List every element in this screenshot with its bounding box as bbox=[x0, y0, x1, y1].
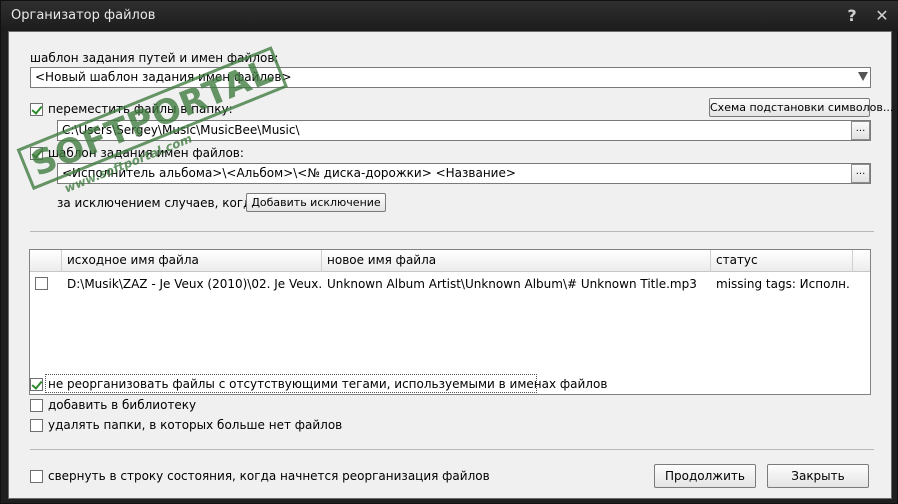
title-bar[interactable]: Организатор файлов ? ✕ bbox=[1, 1, 898, 31]
header-status[interactable]: статус bbox=[711, 250, 853, 272]
separator-top bbox=[30, 231, 874, 232]
row-new-name: Unknown Album Artist\Unknown Album\# Unk… bbox=[327, 277, 697, 291]
name-template-input[interactable]: <Исполнитель альбома>\<Альбом>\<№ диска-… bbox=[57, 163, 871, 184]
move-files-label: переместить файлы в папку: bbox=[48, 102, 233, 116]
close-button[interactable]: Закрыть bbox=[767, 464, 869, 488]
skip-missing-tags-label: не реорганизовать файлы с отсутствующими… bbox=[48, 377, 608, 391]
collapse-to-status-label: свернуть в строку состояния, когда начне… bbox=[48, 469, 490, 483]
chevron-down-icon[interactable] bbox=[858, 72, 868, 81]
help-icon[interactable]: ? bbox=[841, 5, 863, 27]
template-combo[interactable]: <Новый шаблон задания имен файлов> bbox=[30, 67, 871, 88]
folder-path-value: C:\Users\Sergey\Music\MusicBee\Music\ bbox=[62, 123, 300, 137]
exceptions-label: за исключением случаев, когда: bbox=[57, 196, 263, 210]
continue-button[interactable]: Продолжить bbox=[654, 464, 756, 488]
close-icon[interactable]: ✕ bbox=[871, 5, 893, 27]
add-exception-button[interactable]: Добавить исключение bbox=[246, 193, 386, 212]
template-combo-value: <Новый шаблон задания имен файлов> bbox=[35, 70, 292, 84]
file-organizer-window: Организатор файлов ? ✕ шаблон задания пу… bbox=[0, 0, 898, 504]
separator-bottom bbox=[30, 449, 874, 450]
add-to-library-checkbox[interactable] bbox=[30, 399, 43, 412]
dialog-body: шаблон задания путей и имен файлов: <Нов… bbox=[8, 31, 893, 499]
table-header: исходное имя файла новое имя файла стату… bbox=[30, 250, 870, 272]
header-source-name[interactable]: исходное имя файла bbox=[62, 250, 322, 272]
name-template-browse-button[interactable]: ... bbox=[851, 164, 870, 183]
name-template-label: шаблон задания имен файлов: bbox=[48, 146, 244, 160]
name-template-value: <Исполнитель альбома>\<Альбом>\<№ диска-… bbox=[62, 166, 516, 180]
template-label: шаблон задания путей и имен файлов: bbox=[30, 51, 279, 65]
header-new-name[interactable]: новое имя файла bbox=[322, 250, 711, 272]
row-status: missing tags: Исполн... bbox=[716, 277, 851, 291]
folder-browse-button[interactable]: ... bbox=[851, 121, 870, 140]
window-title: Организатор файлов bbox=[11, 8, 156, 23]
folder-path-input[interactable]: C:\Users\Sergey\Music\MusicBee\Music\ bbox=[57, 120, 871, 141]
move-files-checkbox[interactable] bbox=[30, 103, 43, 116]
header-checkbox-column[interactable] bbox=[30, 250, 62, 272]
table-row[interactable]: D:\Musik\ZAZ - Je Veux (2010)\02. Je Veu… bbox=[30, 274, 870, 296]
name-template-checkbox[interactable] bbox=[30, 147, 43, 160]
row-source-name: D:\Musik\ZAZ - Je Veux (2010)\02. Je Veu… bbox=[67, 277, 322, 291]
delete-empty-folders-checkbox[interactable] bbox=[30, 419, 43, 432]
symbol-scheme-button[interactable]: Схема подстановки символов... bbox=[709, 98, 893, 117]
skip-missing-tags-checkbox[interactable] bbox=[30, 378, 43, 391]
row-checkbox[interactable] bbox=[35, 277, 48, 290]
delete-empty-folders-label: удалять папки, в которых больше нет файл… bbox=[48, 418, 343, 432]
collapse-to-status-checkbox[interactable] bbox=[30, 470, 43, 483]
add-to-library-label: добавить в библиотеку bbox=[48, 398, 197, 412]
